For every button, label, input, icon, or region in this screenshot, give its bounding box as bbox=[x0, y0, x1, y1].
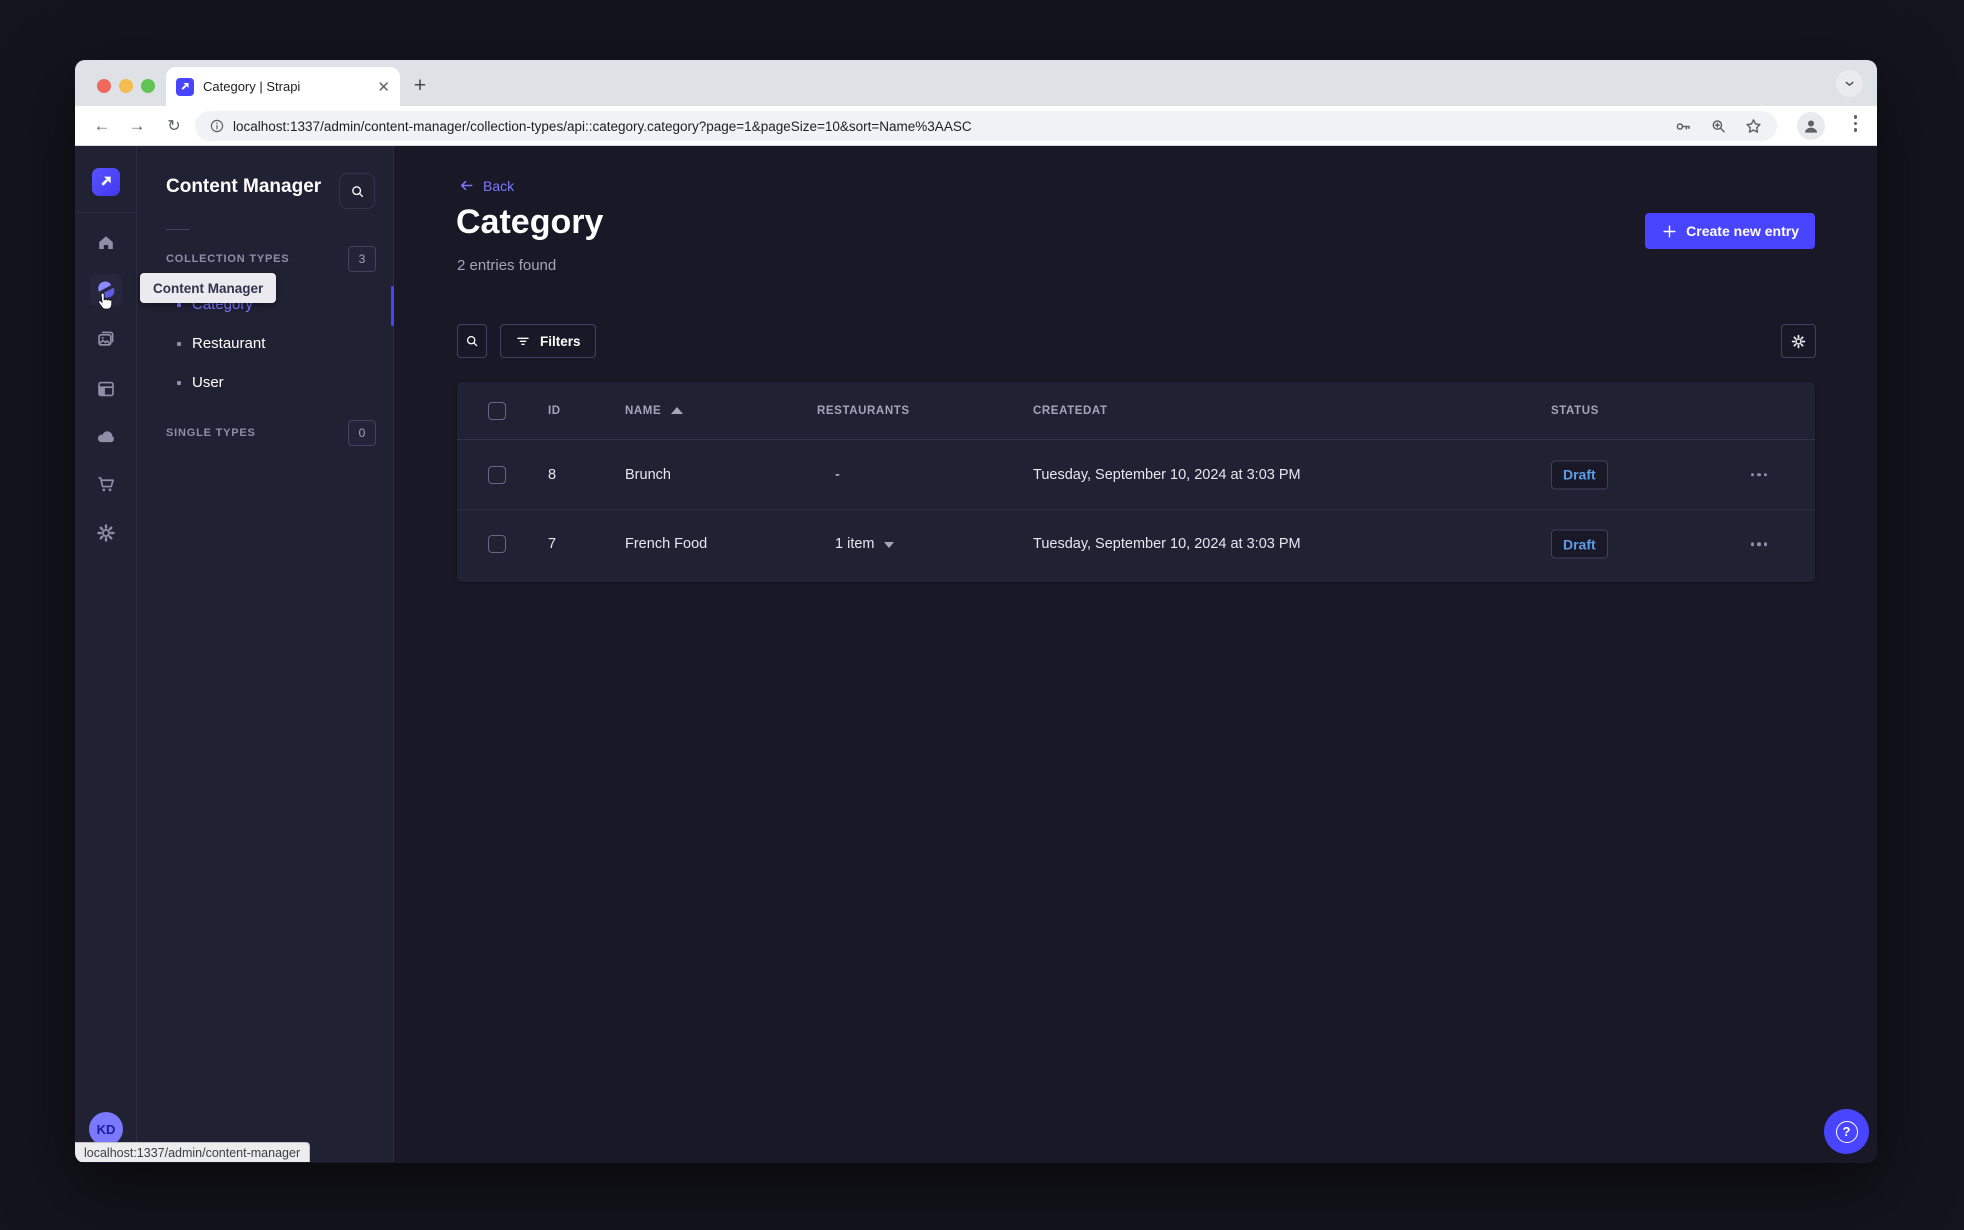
row-checkbox[interactable] bbox=[488, 465, 506, 484]
new-tab-button[interactable]: + bbox=[405, 71, 435, 101]
column-header-restaurants[interactable]: RESTAURANTS bbox=[817, 405, 910, 417]
site-info-icon[interactable] bbox=[209, 118, 225, 134]
expand-caret-icon bbox=[883, 542, 894, 548]
settings-gear-nav-icon[interactable] bbox=[90, 517, 122, 549]
column-header-id[interactable]: ID bbox=[548, 405, 561, 417]
create-new-entry-button[interactable]: Create new entry bbox=[1645, 213, 1815, 249]
nav-tooltip: Content Manager bbox=[140, 273, 277, 303]
list-search-button[interactable] bbox=[457, 324, 487, 358]
rail-divider bbox=[75, 212, 137, 213]
collection-types-label: COLLECTION TYPES bbox=[166, 253, 290, 265]
link-status-bar: localhost:1337/admin/content-manager bbox=[75, 1142, 311, 1162]
password-key-icon[interactable] bbox=[1674, 117, 1693, 136]
mouse-cursor-hand bbox=[98, 292, 113, 310]
sidebar-divider bbox=[166, 229, 190, 230]
bullet-icon bbox=[177, 341, 181, 346]
tab-close-icon[interactable]: ✕ bbox=[377, 78, 390, 96]
sidebar-search-button[interactable] bbox=[339, 173, 375, 209]
gear-icon bbox=[1791, 334, 1806, 348]
entries-count: 2 entries found bbox=[457, 257, 557, 274]
minimize-window-button[interactable] bbox=[119, 79, 133, 93]
strapi-favicon-icon bbox=[176, 77, 194, 96]
main-nav-rail: KD bbox=[75, 146, 137, 1162]
bullet-icon bbox=[177, 302, 181, 307]
bullet-icon bbox=[177, 380, 181, 385]
desktop-background: Category | Strapi ✕ + ← → ↻ localhost:13… bbox=[0, 0, 1964, 1230]
url-text[interactable]: localhost:1337/admin/content-manager/col… bbox=[233, 119, 1662, 134]
tab-strip: Category | Strapi ✕ + bbox=[75, 60, 1877, 106]
browser-menu-icon[interactable] bbox=[1853, 115, 1857, 132]
strapi-app: KD Content Manager COLLECTION TYPES 3 Ca… bbox=[75, 146, 1877, 1162]
user-avatar[interactable]: KD bbox=[89, 1112, 123, 1146]
collection-types-badge: 3 bbox=[348, 246, 376, 272]
back-arrow-icon bbox=[460, 180, 473, 191]
row-actions-menu-icon[interactable] bbox=[1750, 542, 1767, 546]
bookmark-star-icon[interactable] bbox=[1744, 117, 1763, 136]
sidebar-item-user[interactable]: User bbox=[177, 374, 224, 391]
status-badge: Draft bbox=[1551, 460, 1608, 489]
table-header-row: ID NAME RESTAURANTS CREATEDAT STATUS bbox=[457, 382, 1815, 440]
main-content: Back Category 2 entries found Create new… bbox=[394, 146, 1877, 1162]
browser-reload-icon[interactable]: ↻ bbox=[161, 116, 187, 136]
cell-name: Brunch bbox=[625, 466, 671, 483]
sidebar-item-restaurant[interactable]: Restaurant bbox=[177, 335, 265, 352]
browser-back-icon[interactable]: ← bbox=[89, 116, 115, 136]
cell-id: 8 bbox=[548, 466, 557, 483]
page-title: Category bbox=[456, 203, 604, 241]
column-header-createdat[interactable]: CREATEDAT bbox=[1033, 405, 1108, 417]
zoom-page-icon[interactable] bbox=[1709, 117, 1728, 136]
media-library-nav-icon[interactable] bbox=[90, 323, 122, 355]
view-settings-button[interactable] bbox=[1781, 324, 1816, 358]
sort-ascending-icon bbox=[671, 407, 684, 414]
select-all-checkbox[interactable] bbox=[488, 401, 506, 420]
filter-icon bbox=[517, 337, 529, 345]
column-header-status[interactable]: STATUS bbox=[1551, 405, 1599, 417]
maximize-window-button[interactable] bbox=[141, 79, 155, 93]
browser-toolbar: ← → ↻ localhost:1337/admin/content-manag… bbox=[75, 106, 1877, 146]
cell-restaurants: - bbox=[835, 466, 840, 483]
search-icon bbox=[466, 335, 478, 347]
search-icon bbox=[351, 185, 363, 197]
entries-table: ID NAME RESTAURANTS CREATEDAT STATUS 8 B… bbox=[457, 382, 1815, 582]
address-bar[interactable]: localhost:1337/admin/content-manager/col… bbox=[195, 111, 1777, 141]
cell-id: 7 bbox=[548, 536, 557, 552]
help-button[interactable]: ? bbox=[1824, 1109, 1869, 1154]
marketplace-cart-nav-icon[interactable] bbox=[90, 468, 122, 500]
plus-icon bbox=[1663, 224, 1676, 238]
close-window-button[interactable] bbox=[97, 79, 111, 93]
content-type-builder-nav-icon[interactable] bbox=[90, 373, 122, 405]
window-controls bbox=[97, 79, 155, 93]
strapi-logo[interactable] bbox=[92, 168, 120, 196]
table-row[interactable]: 8 Brunch - Tuesday, September 10, 2024 a… bbox=[457, 440, 1815, 509]
browser-window: Category | Strapi ✕ + ← → ↻ localhost:13… bbox=[75, 60, 1877, 1163]
cell-name: French Food bbox=[625, 536, 708, 552]
filters-button[interactable]: Filters bbox=[500, 324, 596, 358]
sidebar-title: Content Manager bbox=[166, 176, 322, 197]
browser-profile-icon[interactable] bbox=[1797, 112, 1825, 140]
browser-forward-icon[interactable]: → bbox=[124, 116, 150, 136]
single-types-label: SINGLE TYPES bbox=[166, 427, 256, 439]
cell-createdat: Tuesday, September 10, 2024 at 3:03 PM bbox=[1033, 466, 1301, 483]
deploy-cloud-nav-icon[interactable] bbox=[90, 421, 122, 453]
table-row[interactable]: 7 French Food 1 item Tuesday, September … bbox=[457, 509, 1815, 578]
browser-tab[interactable]: Category | Strapi ✕ bbox=[166, 67, 400, 106]
tab-search-chevron-icon[interactable] bbox=[1836, 70, 1863, 97]
row-checkbox[interactable] bbox=[488, 535, 506, 553]
tab-title: Category | Strapi bbox=[203, 79, 301, 94]
cell-createdat: Tuesday, September 10, 2024 at 3:03 PM bbox=[1033, 536, 1301, 552]
row-actions-menu-icon[interactable] bbox=[1750, 472, 1767, 477]
back-link[interactable]: Back bbox=[458, 177, 514, 194]
single-types-badge: 0 bbox=[348, 420, 376, 446]
cell-restaurants[interactable]: 1 item bbox=[835, 536, 894, 552]
status-badge: Draft bbox=[1551, 529, 1608, 559]
question-mark-icon: ? bbox=[1835, 1120, 1858, 1143]
column-header-name[interactable]: NAME bbox=[625, 405, 684, 417]
home-nav-icon[interactable] bbox=[90, 227, 122, 259]
